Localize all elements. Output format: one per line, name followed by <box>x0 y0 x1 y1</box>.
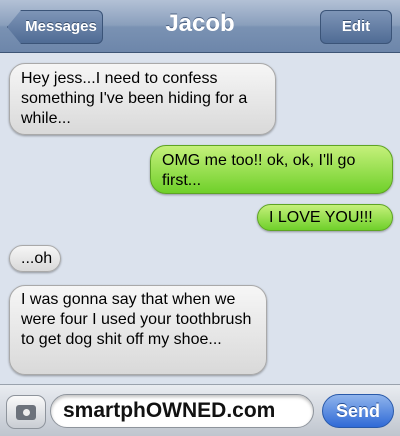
message-input[interactable]: smartphOWNED.com <box>50 394 314 428</box>
message-bubble-sent: OMG me too!! ok, ok, I'll go first... <box>150 145 393 194</box>
message-bubble-received: ...oh <box>9 245 61 272</box>
navigation-bar: Messages Jacob Edit <box>0 0 400 53</box>
message-bubble-sent: I LOVE YOU!!! <box>257 204 393 231</box>
message-bubble-received: Hey jess...I need to confess something I… <box>9 63 276 135</box>
edit-button[interactable]: Edit <box>320 10 392 44</box>
message-bubble-received: I was gonna say that when we were four I… <box>9 285 267 375</box>
send-button[interactable]: Send <box>322 394 394 428</box>
compose-bar: smartphOWNED.com Send <box>0 384 400 436</box>
camera-button[interactable] <box>6 395 46 429</box>
camera-lens-icon <box>21 407 32 418</box>
